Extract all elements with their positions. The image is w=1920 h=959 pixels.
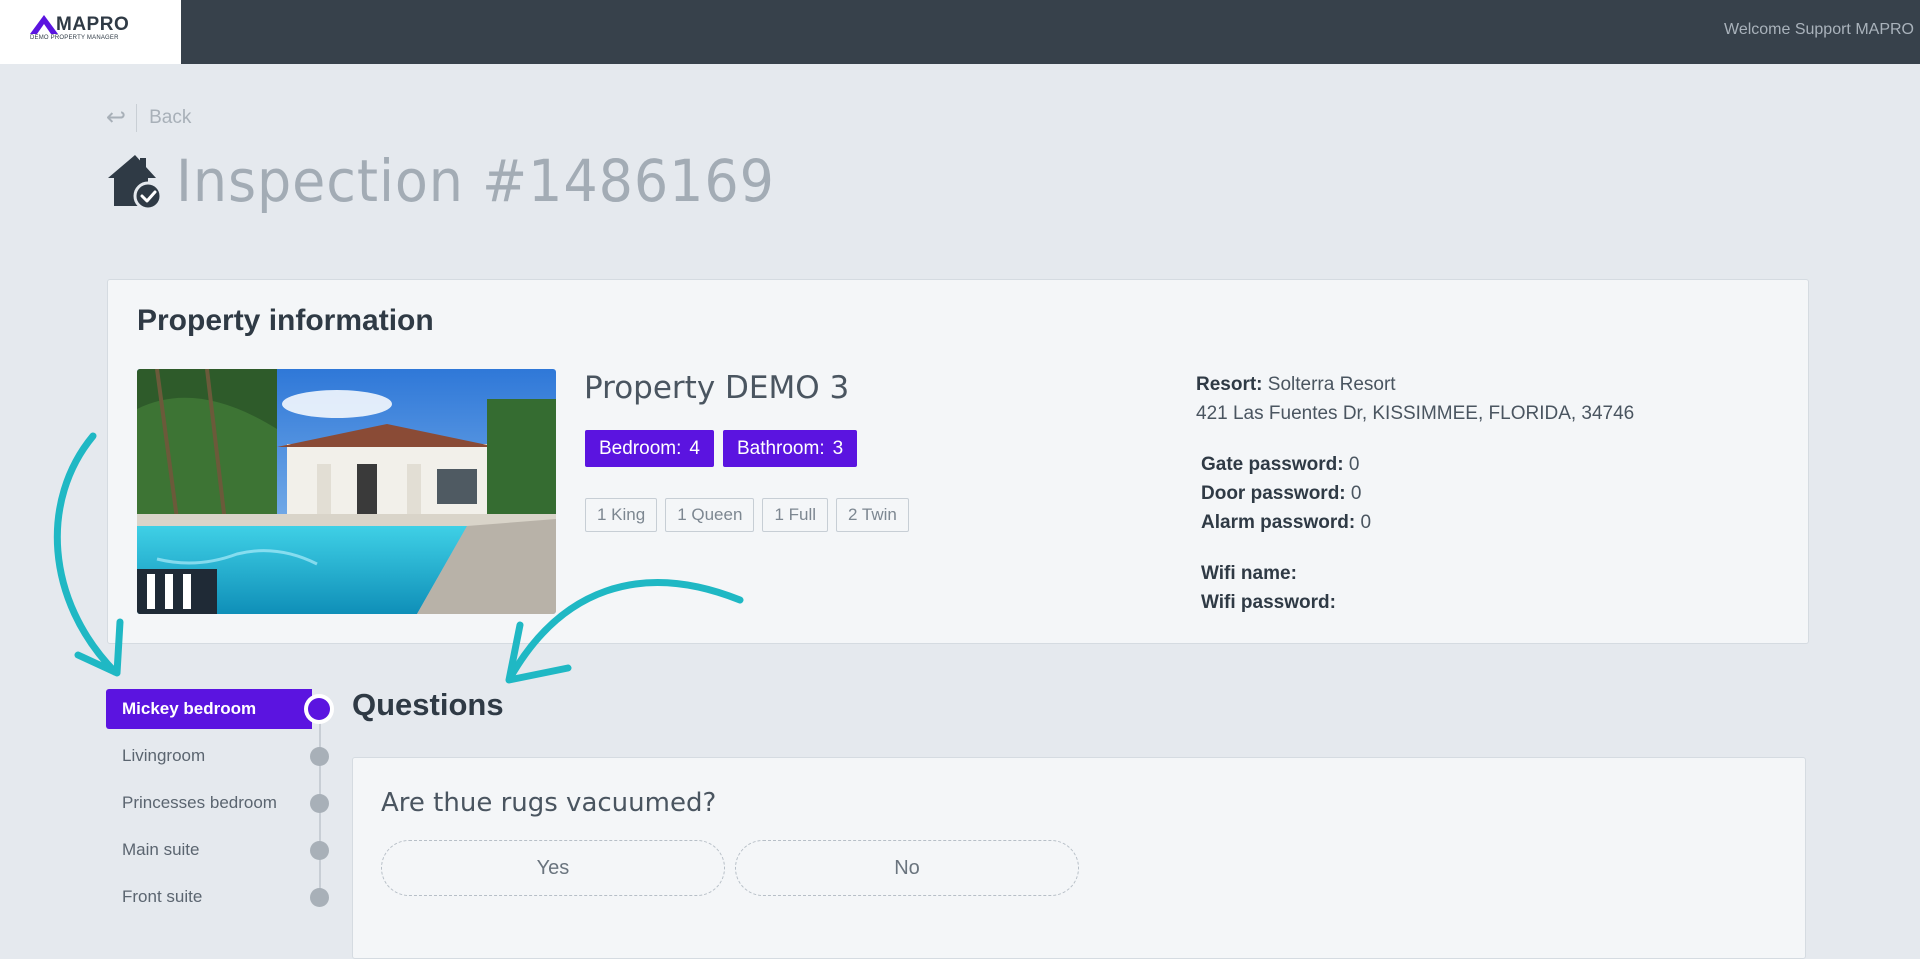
answer-options: Yes No: [381, 840, 1079, 896]
page-header: Inspection #1486169: [106, 147, 820, 215]
property-information-card: Property information Property DEMO 3 Bed…: [107, 279, 1809, 644]
answer-yes-button[interactable]: Yes: [381, 840, 725, 896]
question-text: Are thue rugs vacuumed?: [381, 788, 717, 818]
door-password-value: 0: [1350, 483, 1362, 504]
property-photo: [137, 369, 556, 614]
room-step-front-suite[interactable]: Front suite: [106, 877, 336, 917]
alarm-password-value: 0: [1360, 512, 1372, 533]
room-step-main-suite[interactable]: Main suite: [106, 830, 336, 870]
bed-chip: 1 Queen: [665, 498, 755, 532]
back-arrow-icon: ↩: [106, 104, 127, 131]
property-card-title: Property information: [137, 304, 434, 337]
door-password-label: Door password:: [1201, 483, 1346, 504]
room-step-label: Front suite: [122, 887, 203, 906]
step-dot: [310, 841, 329, 860]
room-step-label: Princesses bedroom: [122, 793, 277, 812]
step-dot: [310, 888, 329, 907]
question-card: Are thue rugs vacuumed? Yes No: [352, 757, 1806, 959]
property-name: Property DEMO 3: [584, 370, 850, 406]
step-dot: [310, 794, 329, 813]
bed-list: 1 King 1 Queen 1 Full 2 Twin: [585, 498, 909, 532]
resort-value: Solterra Resort: [1267, 374, 1396, 395]
resort-label: Resort:: [1196, 374, 1263, 395]
room-step-label: Mickey bedroom: [106, 689, 312, 729]
bed-chip: 1 King: [585, 498, 658, 532]
house-check-icon: [108, 155, 163, 210]
bathroom-badge: Bathroom: 3: [722, 430, 858, 467]
back-label: Back: [149, 107, 192, 128]
room-step-livingroom[interactable]: Livingroom: [106, 736, 336, 776]
welcome-text[interactable]: Welcome Support MAPRO: [1724, 21, 1914, 39]
room-stepper: Mickey bedroom Livingroom Princesses bed…: [106, 689, 336, 924]
step-dot-active: [308, 698, 330, 720]
page-title: Inspection #1486169: [176, 147, 775, 215]
answer-no-button[interactable]: No: [735, 840, 1079, 896]
wifi-block: Wifi name: Wifi password:: [1196, 559, 1634, 617]
questions-heading: Questions: [352, 687, 504, 722]
property-details: Resort: Solterra Resort 421 Las Fuentes …: [1196, 370, 1634, 639]
room-step-label: Main suite: [122, 840, 200, 859]
gate-password-value: 0: [1348, 454, 1360, 475]
logo-tagline: DEMO PROPERTY MANAGER: [30, 35, 119, 41]
resort-block: Resort: Solterra Resort 421 Las Fuentes …: [1196, 370, 1634, 428]
passwords-block: Gate password: 0 Door password: 0 Alarm …: [1196, 450, 1634, 537]
property-address: 421 Las Fuentes Dr, KISSIMMEE, FLORIDA, …: [1196, 403, 1635, 424]
wifi-name-label: Wifi name:: [1201, 563, 1297, 584]
back-divider: [136, 104, 138, 132]
logo-mark-icon: [30, 15, 58, 34]
bedroom-badge: Bedroom: 4: [585, 430, 714, 467]
bed-chip: 1 Full: [762, 498, 829, 532]
top-bar: MAPRO DEMO PROPERTY MANAGER Welcome Supp…: [0, 0, 1920, 64]
alarm-password-label: Alarm password:: [1201, 512, 1356, 533]
logo[interactable]: MAPRO DEMO PROPERTY MANAGER: [0, 0, 181, 64]
bed-chip: 2 Twin: [836, 498, 909, 532]
back-link[interactable]: ↩ Back: [106, 104, 191, 132]
wifi-password-label: Wifi password:: [1201, 592, 1336, 613]
room-count-badges: Bedroom: 4 Bathroom: 3: [585, 430, 858, 467]
step-dot: [310, 747, 329, 766]
logo-name: MAPRO: [56, 14, 130, 35]
gate-password-label: Gate password:: [1201, 454, 1344, 475]
room-step-princesses-bedroom[interactable]: Princesses bedroom: [106, 783, 336, 823]
room-step-mickey-bedroom[interactable]: Mickey bedroom: [106, 689, 336, 729]
room-step-label: Livingroom: [122, 746, 206, 765]
